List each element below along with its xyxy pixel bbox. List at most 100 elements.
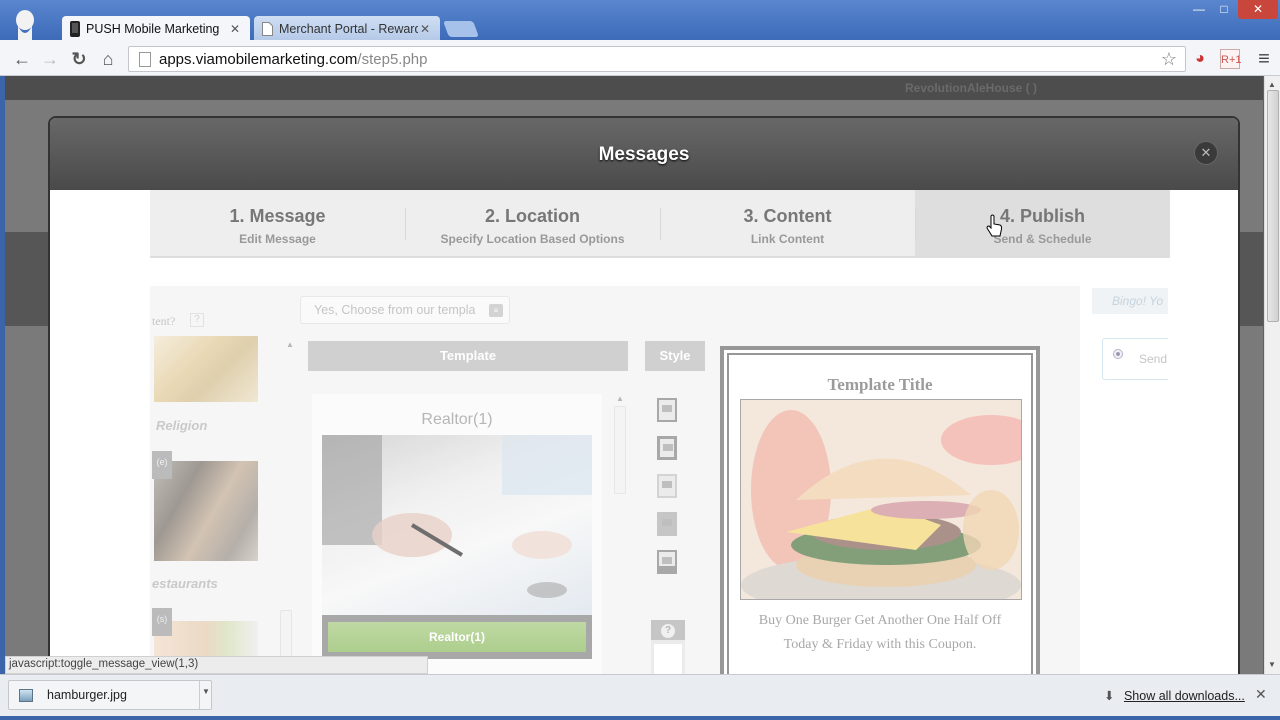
reload-icon[interactable]: ↻ (68, 48, 90, 70)
preview-line: Today & Friday with this Coupon. (783, 637, 977, 652)
new-tab-button[interactable] (443, 21, 479, 37)
status-bar: javascript:toggle_message_view(1,3) (5, 656, 428, 674)
template-panel-header: Template (308, 341, 628, 371)
category-scrollbar[interactable] (280, 610, 292, 660)
style-swatch[interactable] (654, 644, 682, 674)
menu-icon[interactable]: ≡ (1254, 49, 1274, 69)
category-label: Religion (156, 418, 208, 433)
modal-title: Messages (598, 144, 690, 165)
page-topbar: RevolutionAleHouse ( ) (5, 76, 1263, 100)
template-preview: Template Title Buy One Burger Get Anothe… (720, 346, 1040, 674)
url-path: /step5.php (357, 50, 428, 68)
list-scroll-up-icon[interactable]: ▲ (286, 340, 294, 349)
preview-image-hamburger (740, 399, 1022, 600)
style-help-box: ? (651, 620, 685, 674)
preview-title: Template Title (827, 375, 933, 394)
step-subtitle: Send & Schedule (993, 232, 1092, 246)
category-badge: (e) (152, 451, 172, 479)
bingo-message: Bingo! Yo (1092, 288, 1168, 314)
style-option-double-border-icon[interactable] (657, 398, 677, 422)
preview-frame: Template Title Buy One Burger Get Anothe… (727, 353, 1033, 674)
download-file-name: hamburger.jpg (47, 688, 127, 702)
step-content[interactable]: 3. Content Link Content (660, 190, 915, 256)
home-icon[interactable]: ⌂ (97, 48, 119, 70)
show-all-downloads-link[interactable]: Show all downloads... (1124, 689, 1245, 703)
tab-push-mobile-marketing[interactable]: PUSH Mobile Marketing ✕ (62, 16, 250, 41)
template-choice-value: Yes, Choose from our templa (314, 303, 476, 317)
send-option[interactable]: Send (1102, 338, 1168, 380)
style-option-filled-icon[interactable] (657, 512, 677, 536)
translate-extension-icon[interactable]: ◕ (1190, 49, 1210, 69)
address-bar[interactable]: apps.viamobilemarketing.com /step5.php ☆ (128, 46, 1186, 72)
style-help-icon[interactable]: ? (661, 624, 675, 638)
step-title: 2. Location (484, 206, 580, 226)
step-subtitle: Link Content (750, 232, 825, 246)
send-radio-button[interactable] (1113, 349, 1123, 359)
url-host: apps.viamobilemarketing.com (159, 50, 358, 68)
style-option-light-border-icon[interactable] (657, 474, 677, 498)
template-scroll-up-icon[interactable]: ▲ (616, 394, 624, 403)
tab-merchant-portal[interactable]: Merchant Portal - Rewards ✕ (254, 16, 440, 41)
window-close-button[interactable]: ✕ (1238, 0, 1278, 19)
step-publish[interactable]: 4. Publish Send & Schedule (915, 190, 1170, 256)
profile-avatar-icon[interactable] (12, 10, 38, 40)
category-badge: (s) (152, 608, 172, 636)
download-arrow-icon: ⬇ (1104, 689, 1115, 703)
bookmark-star-icon[interactable]: ☆ (1161, 49, 1177, 70)
step-title: 1. Message (229, 206, 326, 226)
step-location[interactable]: 2. Location Specify Location Based Optio… (405, 190, 660, 256)
scroll-up-arrow-icon[interactable]: ▲ (1268, 80, 1276, 89)
template-name: Realtor(1) (421, 411, 493, 428)
step-title: 4. Publish (999, 206, 1086, 226)
preview-body: Buy One Burger Get Another One Half Off … (729, 609, 1031, 657)
download-options-chevron-icon[interactable]: ▼ (199, 681, 212, 709)
scrollbar-thumb[interactable] (1267, 90, 1279, 322)
template-scrollbar[interactable] (614, 406, 626, 494)
scroll-down-arrow-icon[interactable]: ▼ (1268, 660, 1276, 669)
preview-line: Buy One Burger Get Another One Half Off (758, 613, 1002, 628)
r-plus-one-extension-icon[interactable]: R+1 (1220, 49, 1242, 69)
select-template-button[interactable]: Realtor(1) (328, 622, 586, 652)
forward-arrow-icon[interactable]: → (39, 48, 61, 70)
minimize-button[interactable]: — (1188, 0, 1210, 19)
style-option-footer-icon[interactable] (657, 550, 677, 574)
realtor-photo-illustration (322, 435, 592, 598)
step-subtitle: Specify Location Based Options (440, 232, 625, 246)
tab-close-button[interactable]: ✕ (228, 22, 242, 36)
account-label: RevolutionAleHouse ( ) (905, 81, 1038, 95)
help-icon[interactable]: ? (190, 313, 204, 327)
tab-close-button[interactable]: ✕ (418, 22, 432, 36)
maximize-button[interactable]: □ (1212, 0, 1236, 19)
category-image-religion[interactable] (154, 336, 258, 402)
style-panel-header: Style (645, 341, 705, 371)
image-file-icon (19, 689, 33, 702)
hand-cursor-icon (986, 214, 1003, 237)
back-arrow-icon[interactable]: ← (11, 48, 33, 70)
show-all-downloads: ⬇ Show all downloads... (1104, 688, 1245, 703)
template-card[interactable]: Realtor(1) Realtor(1) (312, 394, 602, 674)
category-label: estaurants (152, 576, 218, 591)
template-photo (322, 435, 592, 615)
style-option-thick-border-icon[interactable] (657, 436, 677, 460)
template-choice-select[interactable]: Yes, Choose from our templa ≡ (300, 296, 510, 324)
page-icon (139, 51, 151, 67)
wizard-steps: 1. Message Edit Message 2. Location Spec… (150, 190, 1170, 258)
browser-titlebar: PUSH Mobile Marketing ✕ Merchant Portal … (0, 0, 1280, 41)
tab-label: PUSH Mobile Marketing (86, 21, 220, 36)
send-option-label: Send (1139, 352, 1168, 366)
page-scrollbar[interactable]: ▲ ▼ (1264, 76, 1280, 674)
phone-icon (70, 20, 80, 37)
downloads-close-button[interactable]: ✕ (1255, 686, 1267, 703)
modal-close-button[interactable]: ✕ (1194, 141, 1218, 165)
step-message[interactable]: 1. Message Edit Message (150, 190, 405, 256)
messages-modal: Messages ✕ 1. Message Edit Message 2. Lo… (48, 116, 1240, 676)
style-options: ? (645, 370, 705, 674)
hamburger-illustration (741, 400, 1021, 599)
question-label: tent? (152, 314, 176, 328)
page-icon (262, 21, 273, 36)
step-subtitle: Edit Message (239, 232, 316, 246)
modal-header: Messages ✕ (50, 118, 1238, 190)
tab-label: Merchant Portal - Rewards (279, 21, 418, 36)
select-dropdown-icon: ≡ (489, 304, 503, 317)
download-item[interactable]: hamburger.jpg ▼ (8, 680, 212, 710)
